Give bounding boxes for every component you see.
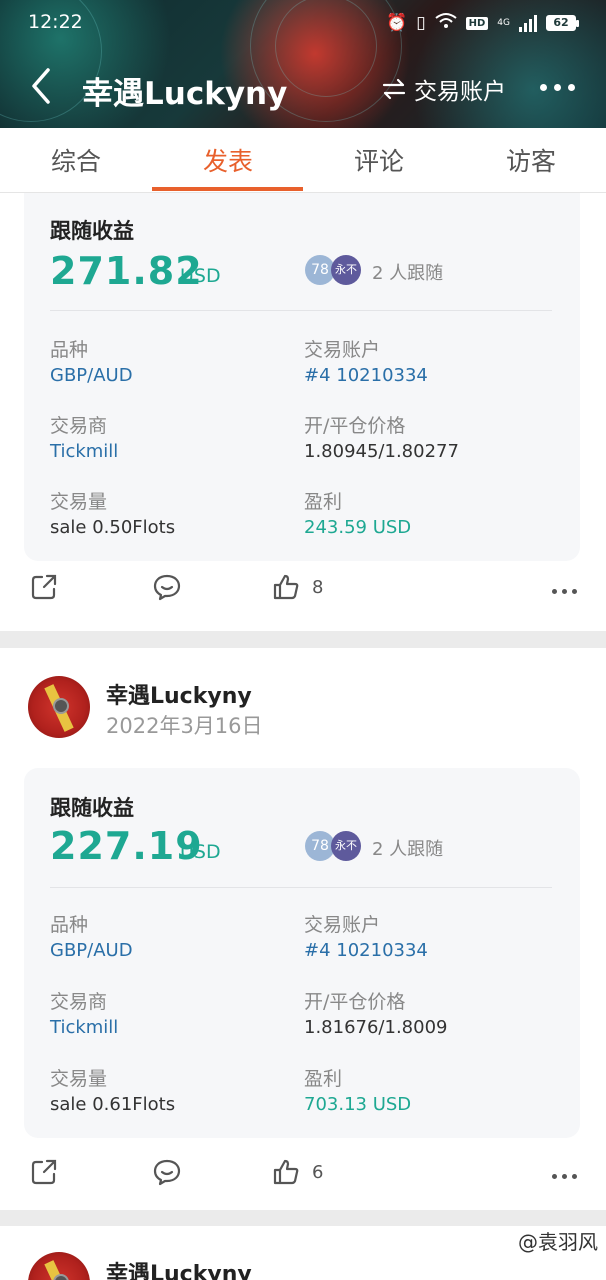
account-label: 交易账户 (304, 914, 381, 936)
tab-bar: 综合 发表 评论 访客 (0, 128, 606, 193)
avatar: 永不 (331, 255, 361, 285)
post-actions: 6 (0, 1158, 606, 1208)
author-avatar[interactable] (28, 676, 90, 738)
author-name[interactable]: 幸遇Luckyny (106, 1256, 252, 1280)
active-tab-indicator (152, 187, 303, 191)
profit-unit: USD (180, 265, 221, 287)
follow-profit-box[interactable]: 跟随收益 271.82 USD 78 永不 2 人跟随 品种 GBP/AUD 交… (24, 193, 580, 561)
vibrate-icon: ▯ (416, 13, 426, 33)
profit-unit: USD (180, 841, 221, 863)
broker-value[interactable]: Tickmill (50, 441, 118, 462)
symbol-label: 品种 (50, 339, 89, 361)
account-value[interactable]: #4 10210334 (304, 365, 428, 386)
switch-account-button[interactable]: 交易账户 (382, 72, 506, 106)
pnl-value: 703.13 USD (304, 1094, 412, 1115)
post-date: 2022年3月16日 (106, 714, 263, 738)
chevron-left-icon (32, 68, 50, 104)
more-dots-icon (552, 589, 577, 594)
swap-icon (382, 78, 406, 100)
follower-avatars[interactable]: 78 永不 (305, 831, 361, 861)
comment-button[interactable] (152, 1158, 182, 1186)
app-header: 12:22 ⏰ ▯ HD 4G 62 幸遇Luckyny 交易账户 (0, 0, 606, 128)
battery-icon: 62 (546, 15, 579, 31)
broker-value[interactable]: Tickmill (50, 1017, 118, 1038)
back-button[interactable] (28, 66, 58, 110)
signal-icon (519, 14, 537, 32)
status-icons: ⏰ ▯ HD 4G 62 (386, 12, 579, 34)
tab-visitors[interactable]: 访客 (455, 142, 606, 178)
follower-count: 2 人跟随 (372, 839, 444, 860)
symbol-value[interactable]: GBP/AUD (50, 365, 133, 386)
post-card: 幸遇Luckyny (0, 1226, 606, 1280)
comment-button[interactable] (152, 573, 182, 601)
share-button[interactable] (30, 573, 58, 601)
account-value[interactable]: #4 10210334 (304, 940, 428, 961)
symbol-label: 品种 (50, 914, 89, 936)
post-actions: 8 (0, 573, 606, 623)
pnl-value: 243.59 USD (304, 517, 412, 538)
share-icon (31, 574, 57, 600)
volume-label: 交易量 (50, 491, 108, 513)
watermark: @袁羽风 (518, 1230, 598, 1254)
pnl-label: 盈利 (304, 1068, 343, 1090)
author-name[interactable]: 幸遇Luckyny (106, 678, 252, 710)
status-bar: 12:22 ⏰ ▯ HD 4G 62 (0, 0, 606, 46)
follower-avatars[interactable]: 78 永不 (305, 255, 361, 285)
price-label: 开/平仓价格 (304, 991, 406, 1013)
divider (50, 310, 552, 311)
post-card: 幸遇Luckyny 2022年3月16日 跟随收益 227.19 USD 78 … (0, 648, 606, 1210)
tab-comments[interactable]: 评论 (303, 142, 455, 178)
alarm-icon: ⏰ (386, 13, 408, 33)
profit-title: 跟随收益 (50, 219, 134, 243)
price-value: 1.80945/1.80277 (304, 441, 459, 462)
network-label: 4G (497, 18, 510, 28)
more-dots-icon (552, 1174, 577, 1179)
price-label: 开/平仓价格 (304, 415, 406, 437)
tab-posts[interactable]: 发表 (152, 142, 304, 178)
comment-icon (153, 574, 181, 601)
pnl-label: 盈利 (304, 491, 343, 513)
more-menu-button[interactable] (540, 84, 575, 91)
post-more-button[interactable] (552, 589, 577, 594)
like-button[interactable]: 6 (272, 1158, 323, 1186)
profit-title: 跟随收益 (50, 796, 134, 820)
like-count: 6 (312, 1161, 324, 1183)
wifi-icon (435, 12, 457, 34)
volume-value: sale 0.50Flots (50, 517, 176, 538)
author-avatar[interactable] (28, 1252, 90, 1280)
share-icon (31, 1159, 57, 1185)
tab-overview[interactable]: 综合 (0, 142, 152, 178)
follow-profit-box[interactable]: 跟随收益 227.19 USD 78 永不 2 人跟随 品种 GBP/AUD 交… (24, 768, 580, 1138)
volume-label: 交易量 (50, 1068, 108, 1090)
post-card: 跟随收益 271.82 USD 78 永不 2 人跟随 品种 GBP/AUD 交… (0, 193, 606, 631)
account-label: 交易账户 (304, 339, 381, 361)
like-button[interactable]: 8 (272, 573, 323, 601)
switch-account-label: 交易账户 (414, 79, 506, 105)
hd-badge: HD (465, 16, 489, 30)
comment-icon (153, 1159, 181, 1186)
thumbs-up-icon (273, 1159, 299, 1185)
post-more-button[interactable] (552, 1174, 577, 1179)
page-title: 幸遇Luckyny (82, 76, 288, 112)
divider (50, 887, 552, 888)
like-count: 8 (312, 576, 324, 598)
symbol-value[interactable]: GBP/AUD (50, 940, 133, 961)
volume-value: sale 0.61Flots (50, 1094, 176, 1115)
thumbs-up-icon (273, 574, 299, 600)
follower-count: 2 人跟随 (372, 263, 444, 284)
broker-label: 交易商 (50, 991, 108, 1013)
avatar: 永不 (331, 831, 361, 861)
status-time: 12:22 (28, 11, 83, 33)
price-value: 1.81676/1.8009 (304, 1017, 448, 1038)
share-button[interactable] (30, 1158, 58, 1186)
broker-label: 交易商 (50, 415, 108, 437)
